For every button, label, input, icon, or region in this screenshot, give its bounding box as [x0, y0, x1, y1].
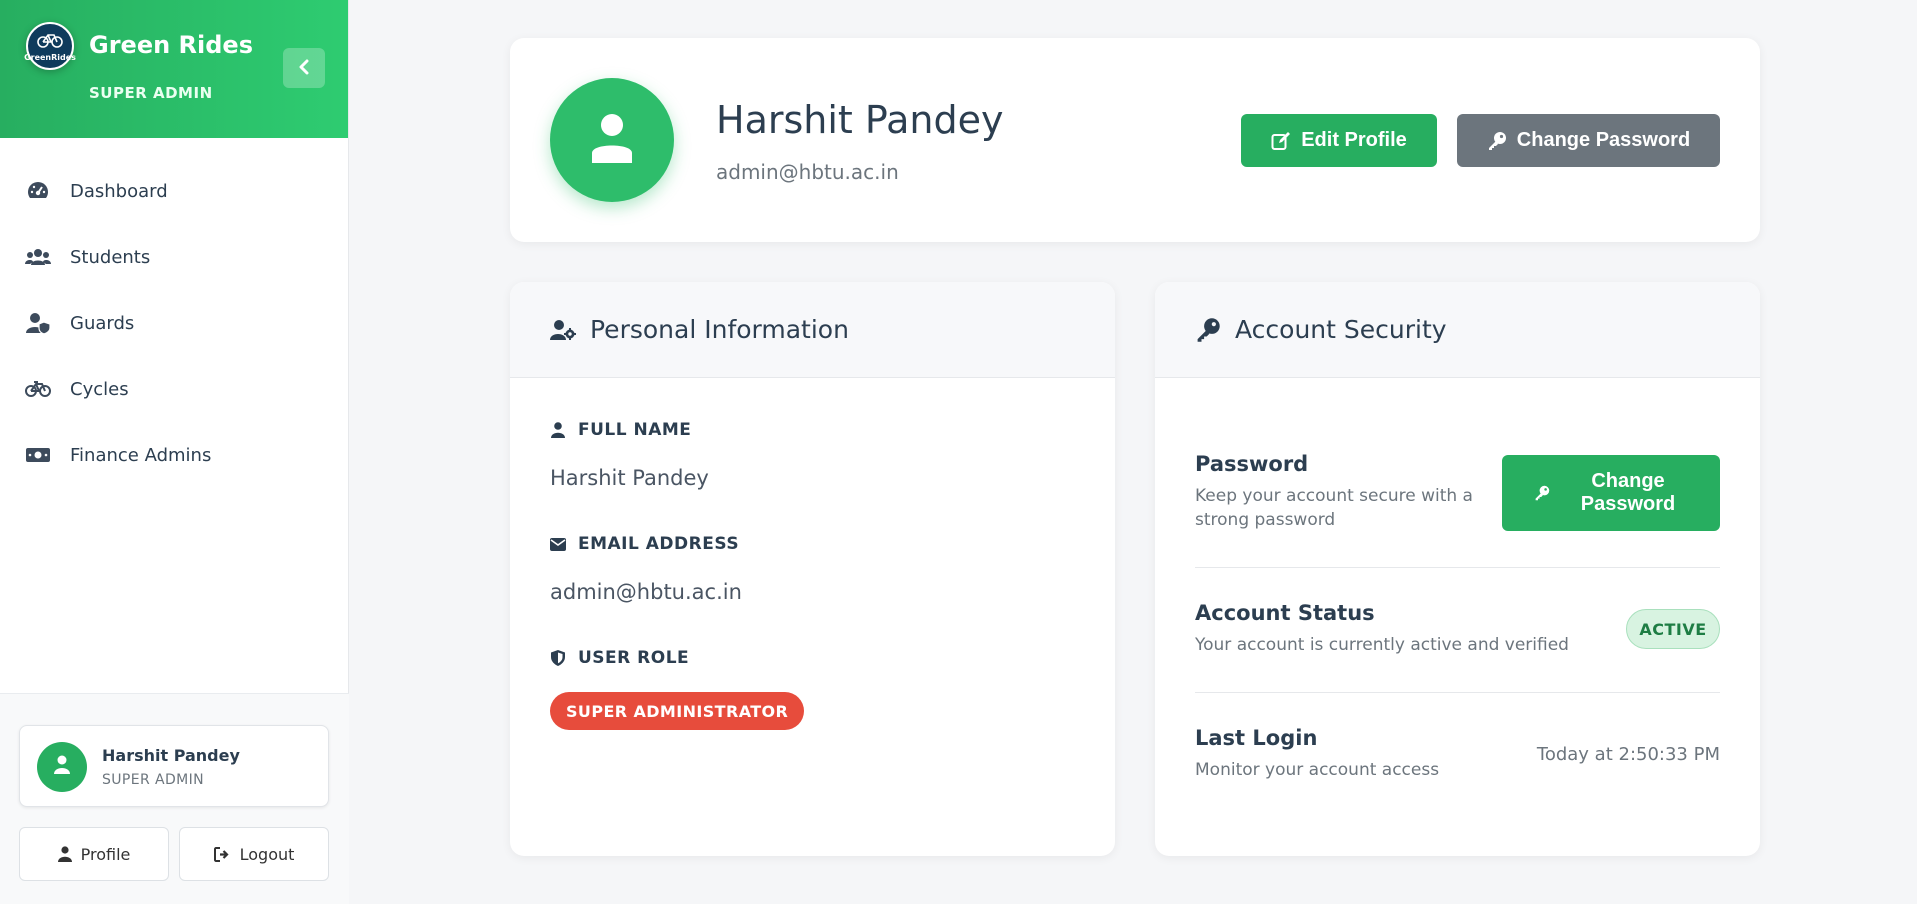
- sidebar-collapse-button[interactable]: [283, 48, 325, 88]
- password-desc: Keep your account secure with a strong p…: [1195, 486, 1473, 530]
- profile-email: admin@hbtu.ac.in: [716, 160, 899, 184]
- personal-info-title: Personal Information: [590, 315, 849, 344]
- user-icon: [590, 113, 634, 167]
- bicycle-icon: [25, 376, 51, 402]
- user-icon: [550, 422, 566, 438]
- brand-subtitle: SUPER ADMIN: [89, 84, 213, 102]
- account-security-title: Account Security: [1235, 315, 1447, 344]
- sidebar-item-label: Guards: [70, 312, 135, 334]
- sidebar: GreenRides Green Rides SUPER ADMIN Dashb…: [0, 0, 349, 904]
- password-row: Password Keep your account secure with a…: [1195, 452, 1485, 532]
- change-password-label: Change Password: [1516, 129, 1691, 151]
- role-label-text: USER ROLE: [578, 648, 690, 668]
- tachometer-icon: [25, 178, 51, 204]
- shield-icon: [550, 650, 566, 666]
- chevron-left-icon: [298, 56, 310, 80]
- role-badge: SUPER ADMINISTRATOR: [550, 692, 805, 730]
- sidebar-item-label: Finance Admins: [70, 444, 212, 466]
- last-login-time: Today at 2:50:33 PM: [1536, 744, 1720, 765]
- user-name: Harshit Pandey: [102, 746, 240, 765]
- key-icon: [1534, 485, 1550, 501]
- sidebar-item-cycles[interactable]: Cycles: [0, 356, 349, 422]
- sidebar-item-label: Students: [70, 246, 151, 268]
- bicycle-icon: [37, 31, 63, 51]
- account-security-header: Account Security: [1155, 282, 1760, 378]
- brand-header: GreenRides Green Rides SUPER ADMIN: [0, 0, 348, 138]
- security-change-password-label: Change Password: [1580, 470, 1676, 515]
- edit-icon: [1271, 131, 1291, 151]
- profile-header-card: Harshit Pandey admin@hbtu.ac.in Edit Pro…: [510, 38, 1760, 242]
- user-role: SUPER ADMIN: [102, 772, 205, 788]
- sidebar-item-finance-admins[interactable]: Finance Admins: [0, 422, 349, 488]
- edit-profile-label: Edit Profile: [1301, 129, 1407, 151]
- divider: [1195, 567, 1720, 568]
- email-label: EMAIL ADDRESS: [550, 534, 739, 554]
- user-shield-icon: [25, 310, 51, 336]
- email-value: admin@hbtu.ac.in: [550, 580, 742, 604]
- sidebar-item-students[interactable]: Students: [0, 224, 349, 290]
- full-name-label: FULL NAME: [550, 420, 691, 440]
- brand-title: Green Rides: [89, 31, 253, 59]
- brand-logo: GreenRides: [24, 22, 76, 70]
- sidebar-item-label: Cycles: [70, 378, 129, 400]
- key-icon: [1195, 317, 1221, 343]
- logo-text: GreenRides: [24, 52, 76, 62]
- envelope-icon: [550, 537, 566, 551]
- divider: [1195, 692, 1720, 693]
- user-icon: [57, 846, 72, 862]
- role-label: USER ROLE: [550, 648, 689, 668]
- status-badge: ACTIVE: [1626, 609, 1720, 649]
- sidebar-footer: Harshit Pandey SUPER ADMIN Profile Logou…: [0, 693, 349, 904]
- sidebar-nav: Dashboard Students Guards Cycles Finance…: [0, 158, 349, 488]
- edit-profile-button[interactable]: Edit Profile: [1241, 114, 1437, 167]
- avatar: [37, 742, 87, 792]
- sidebar-item-dashboard[interactable]: Dashboard: [0, 158, 349, 224]
- email-label-text: EMAIL ADDRESS: [578, 534, 740, 554]
- sign-out-icon: [213, 846, 231, 862]
- full-name-value: Harshit Pandey: [550, 466, 709, 490]
- logout-button-label: Logout: [239, 844, 295, 864]
- key-icon: [1487, 131, 1507, 151]
- users-icon: [25, 244, 51, 270]
- personal-info-card: Personal Information FULL NAME Harshit P…: [510, 282, 1115, 856]
- profile-button[interactable]: Profile: [19, 827, 169, 881]
- profile-name: Harshit Pandey: [716, 98, 1004, 142]
- sidebar-item-label: Dashboard: [70, 180, 168, 202]
- user-card: Harshit Pandey SUPER ADMIN: [19, 725, 329, 807]
- logout-button[interactable]: Logout: [179, 827, 329, 881]
- security-change-password-button[interactable]: Change Password: [1502, 455, 1720, 531]
- change-password-button[interactable]: Change Password: [1457, 114, 1720, 167]
- sidebar-item-guards[interactable]: Guards: [0, 290, 349, 356]
- full-name-label-text: FULL NAME: [578, 420, 692, 440]
- password-title: Password: [1195, 452, 1309, 476]
- user-icon: [53, 755, 71, 779]
- personal-info-header: Personal Information: [510, 282, 1115, 378]
- money-bill-icon: [25, 442, 51, 468]
- user-cog-icon: [550, 319, 576, 341]
- profile-avatar: [550, 78, 674, 202]
- profile-button-label: Profile: [80, 844, 131, 864]
- account-security-card: Account Security Password Keep your acco…: [1155, 282, 1760, 856]
